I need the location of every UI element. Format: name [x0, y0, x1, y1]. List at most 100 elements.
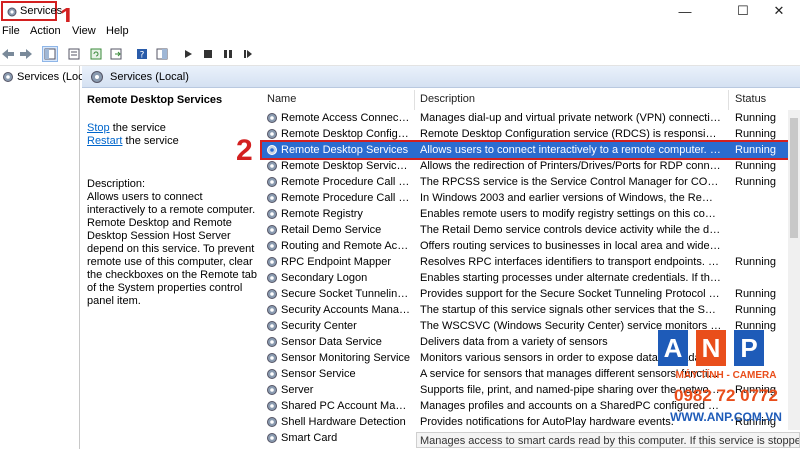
service-gear-icon	[267, 209, 277, 219]
column-divider[interactable]	[728, 90, 729, 110]
service-name: Secondary Logon	[281, 272, 368, 284]
minimize-button[interactable]: —	[662, 0, 708, 22]
service-name: Server	[281, 384, 314, 396]
logo-letter-a: A	[658, 330, 688, 366]
service-row[interactable]: Remote Registry Enables remote users to m…	[262, 206, 800, 222]
menu-action[interactable]: Action	[30, 25, 61, 37]
service-name: Retail Demo Service	[281, 224, 382, 236]
service-name: Smart Card	[281, 432, 338, 444]
service-row[interactable]: Remote Desktop Services Us... Allows the …	[262, 158, 800, 174]
service-name: Remote Procedure Call (RPC)	[281, 176, 411, 188]
service-name: Secure Socket Tunneling Pro...	[281, 288, 411, 300]
export-list-button[interactable]	[108, 46, 124, 62]
service-gear-icon	[267, 433, 277, 443]
stop-action-text: the service	[109, 122, 166, 134]
service-gear-icon	[267, 289, 277, 299]
restart-action-line: Restart the service	[87, 135, 257, 148]
service-name: Sensor Service	[281, 368, 356, 380]
back-button[interactable]	[0, 46, 16, 62]
show-pane-icon	[156, 48, 168, 60]
close-button[interactable]: ✕	[756, 0, 800, 22]
service-gear-icon	[267, 337, 277, 347]
service-description: Allows users to connect interactively to…	[87, 191, 257, 307]
toolbar: ?	[0, 42, 800, 66]
column-header-status[interactable]: Status	[735, 93, 766, 105]
service-description: Manages dial-up and virtual private netw…	[420, 112, 722, 124]
service-row[interactable]: Secondary Logon Enables starting processe…	[262, 270, 800, 286]
restart-service-button[interactable]	[240, 46, 256, 62]
service-row[interactable]: Routing and Remote Access Offers routing …	[262, 238, 800, 254]
services-gear-icon	[3, 72, 13, 82]
service-description: Resolves RPC interfaces identifiers to t…	[420, 256, 722, 268]
service-gear-icon	[267, 177, 277, 187]
service-name: Remote Desktop Services	[281, 144, 409, 156]
service-row[interactable]: Security Accounts Manager The startup of …	[262, 302, 800, 318]
forward-arrow-icon	[20, 49, 32, 59]
pause-service-button[interactable]	[220, 46, 236, 62]
logo-phone: 0982 72 0772	[674, 386, 778, 405]
column-divider[interactable]	[414, 90, 415, 110]
title-bar: Services — ☐ ✕	[0, 0, 800, 22]
stop-service-button[interactable]	[200, 46, 216, 62]
service-row-selected[interactable]: Remote Desktop Services Allows users to c…	[260, 140, 800, 160]
tree-item-services-local[interactable]: Services (Local	[2, 69, 92, 85]
service-details-pane: Remote Desktop Services Stop the service…	[82, 88, 262, 449]
service-description: Allows the redirection of Printers/Drive…	[420, 160, 722, 172]
console-tree-toggle-button[interactable]	[42, 46, 58, 62]
menu-view[interactable]: View	[72, 25, 96, 37]
service-status: Running	[735, 176, 776, 188]
logo-tagline: MÁY TÍNH - CAMERA	[675, 370, 777, 381]
pause-icon	[224, 50, 232, 58]
service-name: Remote Access Connection ...	[281, 112, 411, 124]
menu-file[interactable]: File	[2, 25, 20, 37]
service-description: Enables remote users to modify registry …	[420, 208, 722, 220]
service-status: Running	[735, 256, 776, 268]
service-name: Security Accounts Manager	[281, 304, 411, 316]
service-description: Remote Desktop Configuration service (RD…	[420, 128, 722, 140]
column-header-description[interactable]: Description	[420, 93, 475, 105]
service-gear-icon	[267, 353, 277, 363]
console-tree: Services (Local	[0, 66, 92, 449]
scrollbar-thumb[interactable]	[790, 118, 798, 238]
help-icon: ?	[137, 49, 147, 60]
service-row[interactable]: Remote Access Connection ... Manages dial…	[262, 110, 800, 126]
annotation-number-2: 2	[236, 134, 253, 167]
window-title-highlight: Services	[1, 1, 62, 21]
service-status: Running	[735, 128, 776, 140]
services-gear-icon	[91, 70, 103, 83]
close-icon: ✕	[773, 3, 785, 18]
refresh-button[interactable]	[88, 46, 104, 62]
service-row[interactable]: Remote Desktop Configurati... Remote Desk…	[262, 126, 800, 142]
service-description: Offers routing services to businesses in…	[420, 240, 722, 252]
column-header-name[interactable]: Name	[267, 93, 296, 105]
service-row[interactable]: Remote Procedure Call (RPC) The RPCSS ser…	[262, 174, 800, 190]
service-gear-icon	[267, 113, 277, 123]
menu-help[interactable]: Help	[106, 25, 129, 37]
service-row[interactable]: Secure Socket Tunneling Pro... Provides s…	[262, 286, 800, 302]
service-name: Security Center	[281, 320, 357, 332]
restart-service-link[interactable]: Restart	[87, 135, 122, 147]
service-row[interactable]: RPC Endpoint Mapper Resolves RPC interfac…	[262, 254, 800, 270]
properties-button[interactable]	[66, 46, 82, 62]
service-name: Remote Registry	[281, 208, 363, 220]
forward-button[interactable]	[18, 46, 34, 62]
services-gear-icon	[7, 7, 17, 17]
service-row[interactable]: Retail Demo Service The Retail Demo servi…	[262, 222, 800, 238]
help-button[interactable]: ?	[134, 46, 150, 62]
stop-service-link[interactable]: Stop	[87, 122, 110, 134]
service-gear-icon	[267, 257, 277, 267]
service-status: Running	[735, 304, 776, 316]
service-gear-icon	[267, 129, 277, 139]
service-description: The Retail Demo service controls device …	[420, 224, 722, 236]
service-name: Remote Desktop Configurati...	[281, 128, 411, 140]
service-row[interactable]: Remote Procedure Call (RPC)... In Windows…	[262, 190, 800, 206]
start-service-button[interactable]	[180, 46, 196, 62]
window-title: Services	[20, 5, 63, 17]
logo-letter-p: P	[734, 330, 764, 366]
description-label: Description:	[87, 178, 146, 190]
show-pane-button[interactable]	[154, 46, 170, 62]
service-gear-icon	[267, 417, 277, 427]
service-description: In Windows 2003 and earlier versions of …	[420, 192, 722, 204]
restart-icon	[244, 50, 252, 58]
service-gear-icon	[267, 225, 277, 235]
